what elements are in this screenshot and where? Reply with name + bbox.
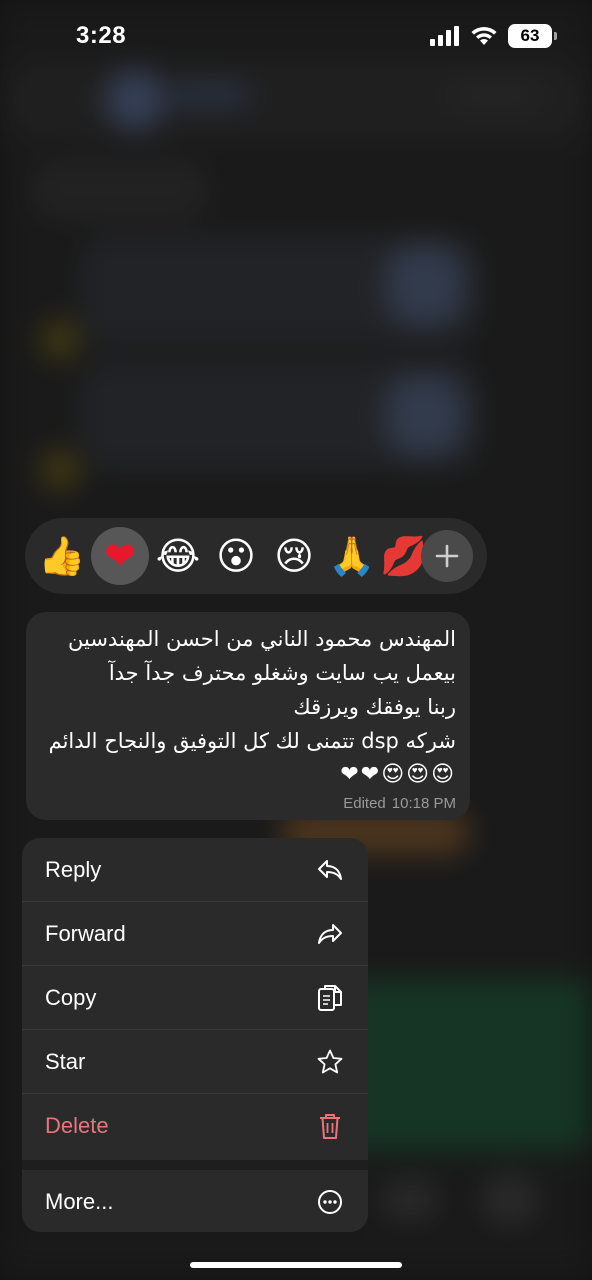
reaction-folded-hands[interactable]: 🙏 — [323, 527, 381, 585]
menu-item-delete[interactable]: Delete — [22, 1094, 368, 1158]
message-line: شركه dsp تتمنى لك كل التوفيق والنجاح الد… — [48, 729, 456, 753]
menu-item-copy[interactable]: Copy — [22, 966, 368, 1030]
reaction-thumbs-up[interactable]: 👍 — [33, 527, 91, 585]
reaction-tears-of-joy[interactable]: 😂 — [149, 527, 207, 585]
forward-icon — [316, 920, 344, 948]
edited-label: Edited — [343, 795, 386, 812]
menu-divider — [22, 1160, 368, 1170]
reaction-bar: 👍 ❤ 😂 😮 😢 🙏 💋 — [25, 518, 487, 594]
reaction-surprised[interactable]: 😮 — [207, 527, 265, 585]
menu-item-label: Copy — [45, 985, 97, 1010]
message-line: ربنا يوفقك ويرزقك — [293, 695, 456, 719]
status-time: 3:28 — [76, 22, 127, 49]
reaction-red-heart[interactable]: ❤ — [91, 527, 149, 585]
context-menu: Reply Forward Copy Star Delete More... — [22, 838, 368, 1232]
reply-icon — [316, 856, 344, 884]
menu-item-label: Forward — [45, 921, 126, 946]
menu-item-star[interactable]: Star — [22, 1030, 368, 1094]
status-bar: 3:28 63 — [0, 0, 592, 72]
reaction-crying[interactable]: 😢 — [265, 527, 323, 585]
message-time: 10:18 PM — [391, 795, 456, 812]
more-reactions-button[interactable] — [421, 530, 473, 582]
menu-item-label: Star — [45, 1049, 86, 1074]
message-meta: Edited 10:18 PM — [343, 795, 456, 812]
status-icons: 63 — [430, 24, 557, 48]
message-bubble[interactable]: المهندس محمود الناني من احسن المهندسين ب… — [26, 612, 470, 820]
menu-item-label: Reply — [45, 857, 102, 882]
copy-icon — [316, 984, 344, 1012]
star-icon — [316, 1048, 344, 1076]
menu-item-label: Delete — [45, 1113, 109, 1138]
battery-level: 63 — [520, 26, 540, 45]
message-line: بيعمل يب سايت وشغلو محترف جدآ جدآ — [108, 661, 456, 685]
message-emojis: 😍😍😍❤❤ — [340, 762, 456, 787]
menu-item-reply[interactable]: Reply — [22, 838, 368, 902]
cellular-signal-icon — [430, 26, 459, 46]
home-indicator[interactable] — [190, 1262, 402, 1268]
message-line: المهندس محمود الناني من احسن المهندسين — [68, 627, 456, 651]
more-icon — [316, 1188, 344, 1216]
menu-item-forward[interactable]: Forward — [22, 902, 368, 966]
trash-icon — [316, 1112, 344, 1140]
menu-item-more[interactable]: More... — [22, 1170, 368, 1232]
plus-icon — [435, 544, 459, 568]
battery-icon: 63 — [508, 24, 557, 48]
menu-item-label: More... — [45, 1189, 114, 1214]
wifi-icon — [471, 26, 497, 45]
